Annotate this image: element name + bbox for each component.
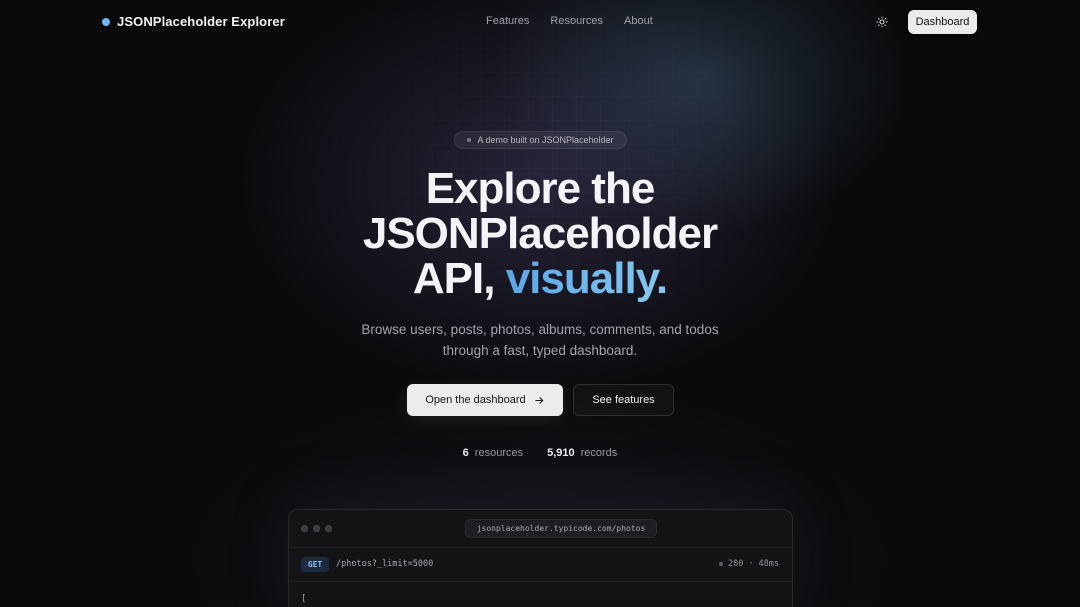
announcement-badge: A demo built on JSONPlaceholder <box>454 131 627 149</box>
response-latency: 48ms <box>758 559 779 569</box>
response-status: 200 · 48ms <box>719 559 779 569</box>
http-method-badge: GET <box>301 557 329 572</box>
nav-link-resources[interactable]: Resources <box>550 15 603 27</box>
stat-value: 6 <box>462 447 469 459</box>
arrow-right-icon <box>534 396 543 404</box>
nav-link-features[interactable]: Features <box>486 15 529 27</box>
dashboard-button[interactable]: Dashboard <box>908 10 977 34</box>
request-row: GET /photos?_limit=5000 200 · 48ms <box>289 548 792 582</box>
window-controls <box>301 525 332 532</box>
stat-records: 5,910 records <box>547 447 617 459</box>
stat-label: records <box>580 447 618 459</box>
brand-logo-dot <box>102 17 110 26</box>
hero-headline: Explore the JSONPlaceholder API, visuall… <box>300 166 780 301</box>
nav-links: Features Resources About <box>486 15 653 27</box>
stats-row: 6 resources 5,910 records <box>0 447 1080 459</box>
window-dot-icon <box>325 525 332 532</box>
status-code: 200 <box>728 559 744 569</box>
headline-line-2: JSONPlaceholder <box>362 209 718 258</box>
see-features-button[interactable]: See features <box>573 384 674 416</box>
stat-value: 5,910 <box>547 447 575 459</box>
top-nav: JSONPlaceholder Explorer Features Resour… <box>0 0 1080 44</box>
window-dot-icon <box>313 525 320 532</box>
landing-page: JSONPlaceholder Explorer Features Resour… <box>0 0 1080 607</box>
hero-subtitle: Browse users, posts, photos, albums, com… <box>330 319 750 361</box>
stat-resources: 6 resources <box>463 447 523 459</box>
open-dashboard-label: Open the dashboard <box>425 394 526 406</box>
status-separator: · <box>748 559 754 569</box>
open-dashboard-button[interactable]: Open the dashboard <box>407 384 563 416</box>
code-line: [ <box>301 594 307 604</box>
window-title-bar: jsonplaceholder.typicode.com/photos <box>289 510 792 548</box>
brand[interactable]: JSONPlaceholder Explorer <box>102 14 285 29</box>
nav-link-about[interactable]: About <box>624 15 653 27</box>
badge-dot-icon <box>467 138 472 142</box>
status-dot-icon <box>719 562 724 566</box>
headline-line-3-plain: API, <box>412 254 496 303</box>
url-bar: jsonplaceholder.typicode.com/photos <box>465 519 657 538</box>
subtitle-line-2: through a fast, typed dashboard. <box>442 343 638 358</box>
brand-name: JSONPlaceholder Explorer <box>117 14 285 29</box>
api-preview-window: jsonplaceholder.typicode.com/photos GET … <box>288 509 793 607</box>
response-body: [ <box>289 582 792 607</box>
headline-line-1: Explore the <box>425 164 656 213</box>
request-path: /photos?_limit=5000 <box>336 559 434 569</box>
stat-label: resources <box>474 447 524 459</box>
window-dot-icon <box>301 525 308 532</box>
headline-accent: visually. <box>505 254 668 303</box>
sun-icon <box>876 16 888 28</box>
subtitle-line-1: Browse users, posts, photos, albums, com… <box>361 322 719 337</box>
theme-toggle-button[interactable] <box>874 14 890 30</box>
badge-text: A demo built on JSONPlaceholder <box>477 135 614 145</box>
